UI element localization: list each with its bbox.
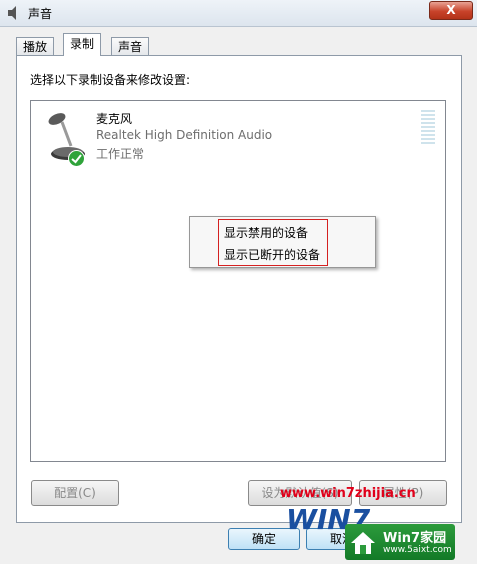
highlight-box [218,219,328,266]
level-meter [421,110,435,148]
device-name: 麦克风 [96,112,133,126]
device-status: 工作正常 [96,147,145,161]
watermark-badge-title: Win7家园 [383,531,447,546]
window-title: 声音 [28,7,53,21]
tab-playback[interactable]: 播放 [16,37,55,56]
watermark-badge: Win7家园 www.5aixt.com [345,524,455,560]
instruction-label: 选择以下录制设备来修改设置: [30,73,191,87]
configure-button[interactable]: 配置(C) [31,480,119,506]
watermark-badge-url: www.5aixt.com [383,545,452,555]
tab-sounds[interactable]: 声音 [111,37,150,56]
watermark-url: www.win7zhijia.cn [280,486,416,501]
speaker-icon [8,6,16,20]
device-description: Realtek High Definition Audio [96,128,273,142]
tab-recording[interactable]: 录制 [63,33,102,56]
checkmark-icon [68,150,85,167]
house-icon [351,532,375,554]
title-bar: 声音 X [0,0,477,27]
close-button[interactable]: X [429,1,473,20]
device-list[interactable] [30,100,446,462]
